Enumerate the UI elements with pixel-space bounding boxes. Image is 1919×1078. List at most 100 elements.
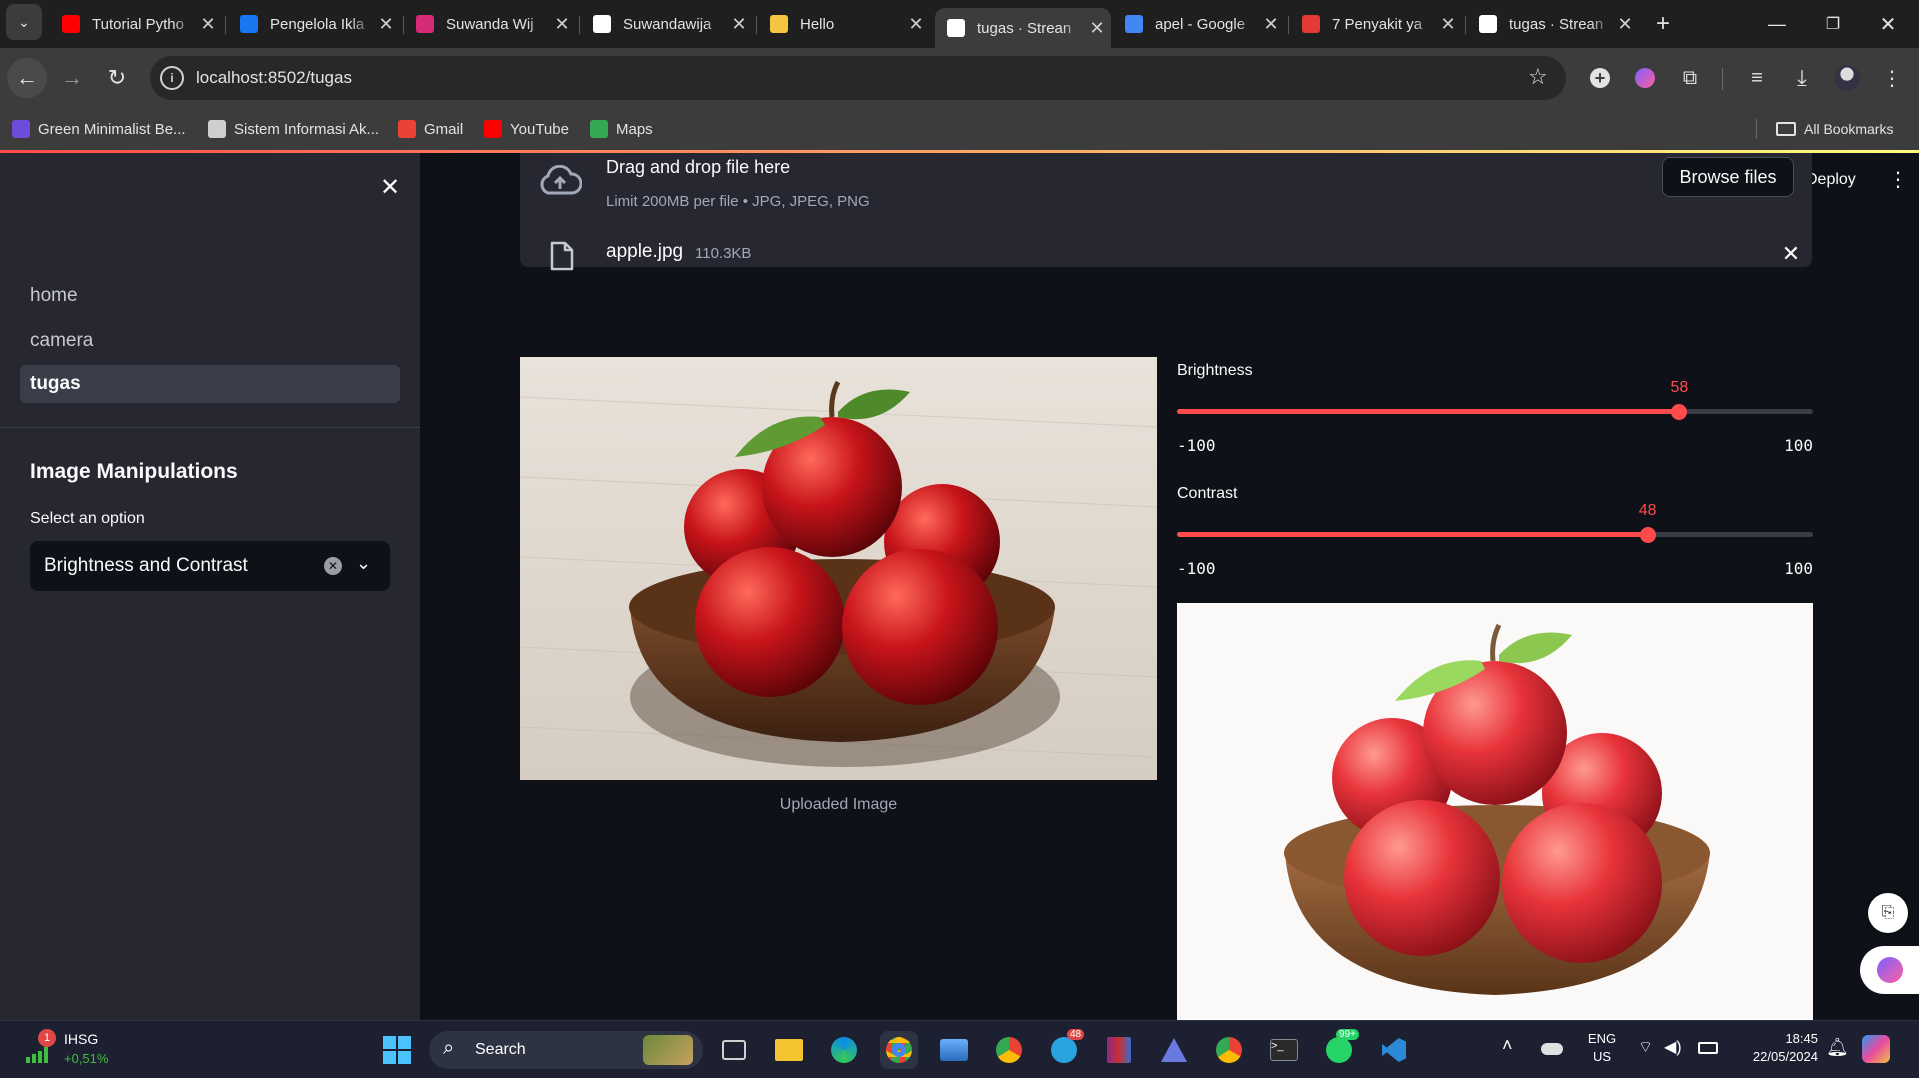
browse-files-button[interactable]: Browse files [1662,157,1794,197]
browser-tab[interactable]: Suwanda Wij ✕ [404,8,576,40]
volume-icon[interactable]: ◀) [1664,1037,1682,1057]
profile-avatar[interactable] [1827,58,1867,98]
assistant-floating-button[interactable] [1860,946,1919,994]
winrar-icon[interactable] [1100,1031,1138,1069]
taskbar-search[interactable]: ⌕ Search [429,1031,703,1069]
copilot-extension-icon[interactable] [1625,58,1665,98]
whatsapp-icon[interactable]: 99+ [1320,1029,1359,1069]
site-info-icon[interactable]: i [160,66,184,90]
photos-icon[interactable] [935,1031,973,1069]
brightness-knob[interactable] [1671,404,1688,420]
bookmark-item[interactable]: YouTube [484,108,569,150]
search-placeholder: Search [475,1041,526,1058]
task-view-icon[interactable] [715,1031,753,1069]
browser-tab[interactable]: 7 Penyakit ya ✕ [1290,8,1462,40]
tab-label: Tutorial Pytho [92,15,184,33]
remove-file-button[interactable]: ✕ [1774,237,1808,271]
tab-label: Suwanda Wij [446,15,534,33]
waving-hand-icon [770,15,788,33]
onedrive-icon[interactable] [1541,1043,1563,1055]
windows-start-icon[interactable] [378,1031,416,1069]
reload-button[interactable]: ↻ [97,58,137,98]
battery-icon[interactable] [1698,1042,1718,1054]
browser-tab[interactable]: Pengelola Ikla ✕ [228,8,400,40]
restore-button[interactable]: ❐ [1813,4,1853,44]
downloads-icon[interactable]: ⤓ [1782,58,1822,98]
extensions-puzzle-icon[interactable]: ⧉ [1670,58,1710,98]
tab-search-button[interactable]: ⌄ [6,4,42,40]
chrome-alt-icon[interactable] [1210,1031,1248,1069]
sidebar-divider [0,427,420,428]
address-bar[interactable]: i localhost:8502/tugas ☆ [150,56,1566,100]
main-menu-icon[interactable]: ⋮ [1888,167,1908,192]
terminal-icon[interactable]: >_ [1265,1031,1303,1069]
clock[interactable]: 18:45 22/05/2024 [1734,1031,1818,1064]
brightness-slider[interactable]: 58 [1177,379,1813,423]
browser-tab[interactable]: tugas · Strean ✕ [1467,8,1639,40]
file-icon [550,241,574,276]
brightness-min: -100 [1177,436,1216,455]
close-tab-icon[interactable]: ✕ [1434,14,1462,35]
contrast-track-fill [1177,532,1648,537]
back-button[interactable]: ← [7,58,47,98]
uploaded-image-caption: Uploaded Image [779,796,898,813]
processed-image [1177,603,1813,1020]
bookmark-item[interactable]: Sistem Informasi Ak... [208,108,379,150]
contrast-knob[interactable] [1639,527,1656,543]
close-tab-icon[interactable]: ✕ [194,14,222,35]
close-tab-icon[interactable]: ✕ [1611,14,1639,35]
bookmark-label: Gmail [424,120,464,138]
media-control-icon[interactable]: ≡ [1737,58,1777,98]
browser-menu-icon[interactable]: ⋮ [1872,58,1912,98]
close-tab-icon[interactable]: ✕ [548,14,576,35]
stock-widget[interactable]: 1 IHSG +0,51% [22,1027,172,1073]
close-tab-icon[interactable]: ✕ [902,14,930,35]
translate-floating-button[interactable]: ⎘ [1868,893,1908,933]
close-tab-icon[interactable]: ✕ [1257,14,1285,35]
close-tab-icon[interactable]: ✕ [725,14,753,35]
nav-item-tugas[interactable]: tugas [20,365,400,403]
brightness-max: 100 [1784,436,1813,455]
forward-button[interactable]: → [52,58,92,98]
edge-icon[interactable] [825,1031,863,1069]
close-tab-icon[interactable]: ✕ [372,14,400,35]
browser-tab[interactable]: Hello ✕ [758,8,930,40]
language-indicator[interactable]: ENG US [1584,1031,1620,1064]
nav-item-camera[interactable]: camera [20,322,400,360]
clear-selection-icon[interactable]: ✕ [324,557,342,575]
deploy-button[interactable]: Deploy [1806,171,1856,189]
show-hidden-icons[interactable]: ˄ [1502,1035,1513,1056]
bookmarks-bar: Green Minimalist Be... Sistem Informasi A… [0,108,1919,150]
url-text[interactable]: localhost:8502/tugas [196,68,352,88]
extension-plus-icon[interactable]: + [1580,58,1620,98]
bookmark-label: Sistem Informasi Ak... [234,120,380,138]
vscode-icon[interactable] [1375,1031,1413,1069]
minimize-button[interactable]: — [1757,4,1797,44]
bookmark-item[interactable]: Maps [590,108,653,150]
chrome-icon[interactable] [880,1031,918,1069]
close-window-button[interactable]: ✕ [1868,4,1908,44]
bookmark-item[interactable]: Gmail [398,108,463,150]
copilot-icon[interactable] [1862,1035,1890,1063]
close-sidebar-button[interactable]: ✕ [372,169,408,205]
browser-tab[interactable]: apel - Google ✕ [1113,8,1285,40]
bookmark-item[interactable]: Green Minimalist Be... [12,108,186,150]
new-tab-button[interactable]: + [1643,4,1683,44]
tab-label: apel - Google [1155,15,1246,33]
notification-bell-icon[interactable]: 🔔︎ [1826,1037,1849,1058]
inkscape-icon[interactable] [1155,1031,1193,1069]
browser-tab[interactable]: Suwandawija ✕ [581,8,753,40]
browser-tab[interactable]: tugas · Strean ✕ [935,8,1111,48]
browser-tab[interactable]: Tutorial Pytho ✕ [50,8,222,40]
all-bookmarks-button[interactable]: All Bookmarks [1776,108,1893,150]
chevron-down-icon[interactable]: ⌄ [356,553,371,574]
option-select[interactable]: Brightness and Contrast ✕ ⌄ [30,541,390,591]
chrome-profile-icon[interactable] [990,1031,1028,1069]
nav-item-home[interactable]: home [20,277,400,315]
file-explorer-icon[interactable] [770,1031,808,1069]
close-tab-icon[interactable]: ✕ [1083,18,1111,39]
wifi-icon[interactable]: ⌔ [1638,1037,1653,1057]
contrast-slider[interactable]: 48 [1177,502,1813,546]
bookmark-star-icon[interactable]: ☆ [1528,64,1548,90]
telegram-icon[interactable]: 48 [1045,1029,1085,1069]
